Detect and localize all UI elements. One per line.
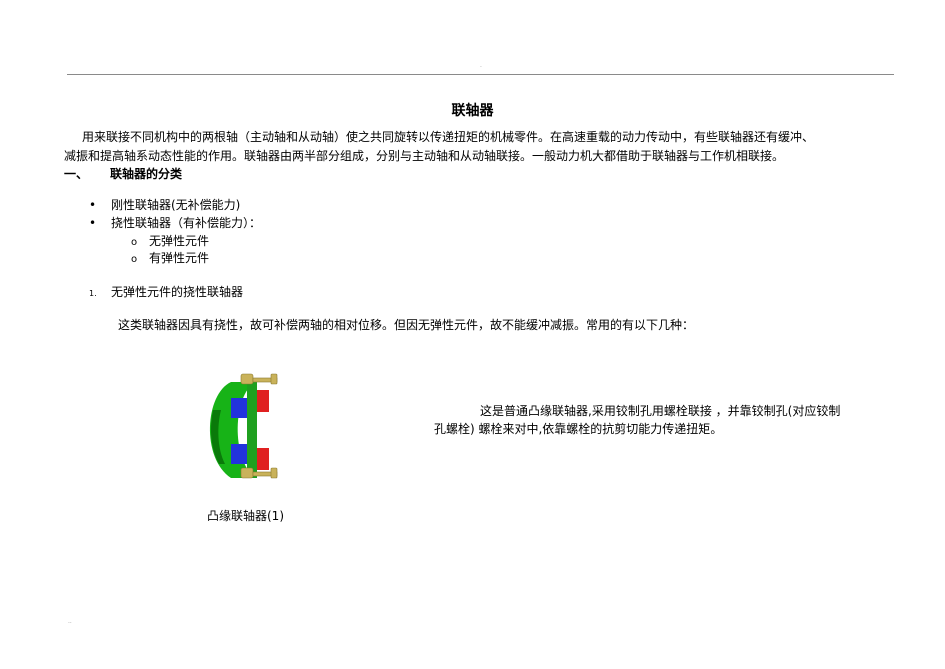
list-item: • 刚性联轴器(无补偿能力) [89, 196, 240, 214]
figure-description-line-2: 孔螺栓) 螺栓来对中,依靠螺栓的抗剪切能力传递扭矩。 [434, 422, 723, 436]
header-rule [67, 74, 894, 75]
bolt-top [240, 373, 278, 385]
page-title: 联轴器 [451, 103, 494, 119]
flange-rim [247, 382, 257, 478]
numbered-item: 1. 无弹性元件的挠性联轴器 [89, 283, 243, 303]
figure-caption: 凸缘联轴器(1) [207, 509, 284, 523]
header-dot: . [480, 62, 482, 69]
list-item-label: 挠性联轴器（有补偿能力）： [111, 216, 262, 230]
flange-coupling-image [209, 373, 278, 479]
flange-blue-bottom [231, 444, 247, 464]
sub-list-item-label: 有弹性元件 [149, 251, 210, 265]
sub-list-item-label: 无弹性元件 [149, 234, 210, 248]
list-item-label: 刚性联轴器(无补偿能力) [111, 198, 241, 212]
flange-red-top [255, 390, 269, 412]
intro-line-2: 减振和提高轴系动态性能的作用。联轴器由两半部分组成，分别与主动轴和从动轴联接。一… [64, 149, 785, 163]
list-item: • 挠性联轴器（有补偿能力）： [89, 214, 261, 232]
numbered-item-label: 无弹性元件的挠性联轴器 [111, 285, 244, 299]
sub-list-item: o 有弹性元件 [131, 249, 209, 269]
bullet-marker: • [89, 198, 97, 212]
section-heading: 一、 联轴器的分类 [64, 165, 182, 184]
item-description: 这类联轴器因具有挠性，故可补偿两轴的相对位移。但因无弹性元件，故不能缓冲减振。常… [118, 318, 695, 332]
intro-line-1: 用来联接不同机构中的两根轴（主动轴和从动轴）使之共同旋转以传递扭矩的机械零件。在… [82, 130, 815, 144]
bullet-marker: • [89, 216, 97, 230]
flange-red-bottom [255, 448, 269, 470]
footer-dot: .. [68, 618, 72, 625]
number-marker: 1. [89, 289, 97, 298]
section-marker: 一、 [64, 167, 89, 181]
figure-description-line-1: 这是普通凸缘联轴器,采用铰制孔用螺栓联接 ，并靠铰制孔(对应铰制 [480, 404, 841, 418]
flange-blue-top [231, 398, 247, 418]
section-title: 联轴器的分类 [110, 167, 183, 181]
sub-bullet-marker: o [131, 254, 138, 265]
